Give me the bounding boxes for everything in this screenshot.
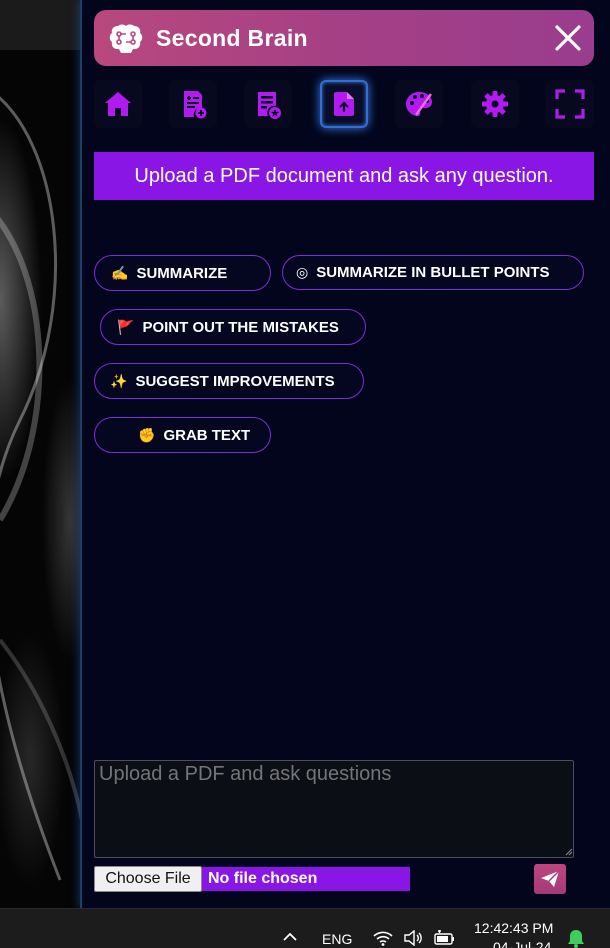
taskbar: ENG 12:42:43 PM 04-Jul-24	[0, 908, 610, 948]
document-add-icon[interactable]	[169, 80, 217, 128]
suggest-improvements-label: SUGGEST IMPROVEMENTS	[135, 372, 335, 390]
red-flag-icon: 🚩	[117, 318, 135, 335]
toolbar	[94, 80, 594, 128]
point-out-mistakes-label: POINT OUT THE MISTAKES	[142, 318, 339, 336]
file-status: No file chosen	[202, 867, 410, 891]
document-star-icon[interactable]	[244, 80, 292, 128]
writing-hand-icon: ✍️	[111, 264, 129, 281]
resize-grip-icon[interactable]	[563, 846, 573, 856]
grab-text-label: GRAB TEXT	[163, 426, 251, 444]
close-icon[interactable]	[552, 22, 584, 54]
home-icon[interactable]	[94, 80, 142, 128]
desktop-wallpaper	[0, 0, 82, 908]
summarize-button[interactable]: ✍️ SUMMARIZE	[94, 255, 271, 291]
volume-icon[interactable]	[402, 929, 424, 947]
sparkles-icon: ✨	[110, 372, 128, 389]
language-indicator[interactable]: ENG	[322, 931, 352, 947]
file-picker: Choose File No file chosen	[94, 866, 410, 892]
fullscreen-icon[interactable]	[546, 80, 594, 128]
summarize-label: SUMMARIZE	[136, 264, 228, 282]
panel-header: Second Brain	[94, 10, 594, 66]
palette-icon[interactable]	[395, 80, 443, 128]
wallpaper-swirl	[0, 96, 82, 881]
instruction-banner: Upload a PDF document and ask any questi…	[94, 152, 594, 200]
pdf-upload-icon[interactable]	[320, 80, 368, 128]
point-out-mistakes-button[interactable]: 🚩 POINT OUT THE MISTAKES	[100, 309, 366, 345]
clock-time[interactable]: 12:42:43 PM	[474, 920, 553, 936]
brain-logo-icon	[106, 18, 146, 58]
fist-icon: ✊	[138, 426, 156, 443]
summarize-bullets-label: SUMMARIZE IN BULLET POINTS	[316, 264, 550, 281]
suggest-improvements-button[interactable]: ✨ SUGGEST IMPROVEMENTS	[94, 363, 364, 399]
target-icon: ◎	[296, 264, 309, 280]
chevron-up-icon[interactable]	[281, 929, 299, 945]
question-input[interactable]	[94, 760, 574, 858]
second-brain-panel: Second Brain Upload a PDF document and a…	[80, 0, 610, 908]
summarize-bullets-button[interactable]: ◎ SUMMARIZE IN BULLET POINTS	[282, 255, 584, 290]
send-icon	[541, 870, 560, 887]
notification-bell-icon[interactable]	[566, 928, 586, 948]
send-button[interactable]	[534, 864, 566, 894]
battery-icon[interactable]	[432, 929, 456, 947]
app-title: Second Brain	[156, 24, 308, 51]
wifi-icon[interactable]	[372, 929, 394, 947]
gear-icon[interactable]	[471, 80, 519, 128]
grab-text-button[interactable]: ✊ GRAB TEXT	[94, 417, 271, 453]
clock-date[interactable]: 04-Jul-24	[493, 939, 551, 948]
choose-file-button[interactable]: Choose File	[94, 866, 202, 892]
